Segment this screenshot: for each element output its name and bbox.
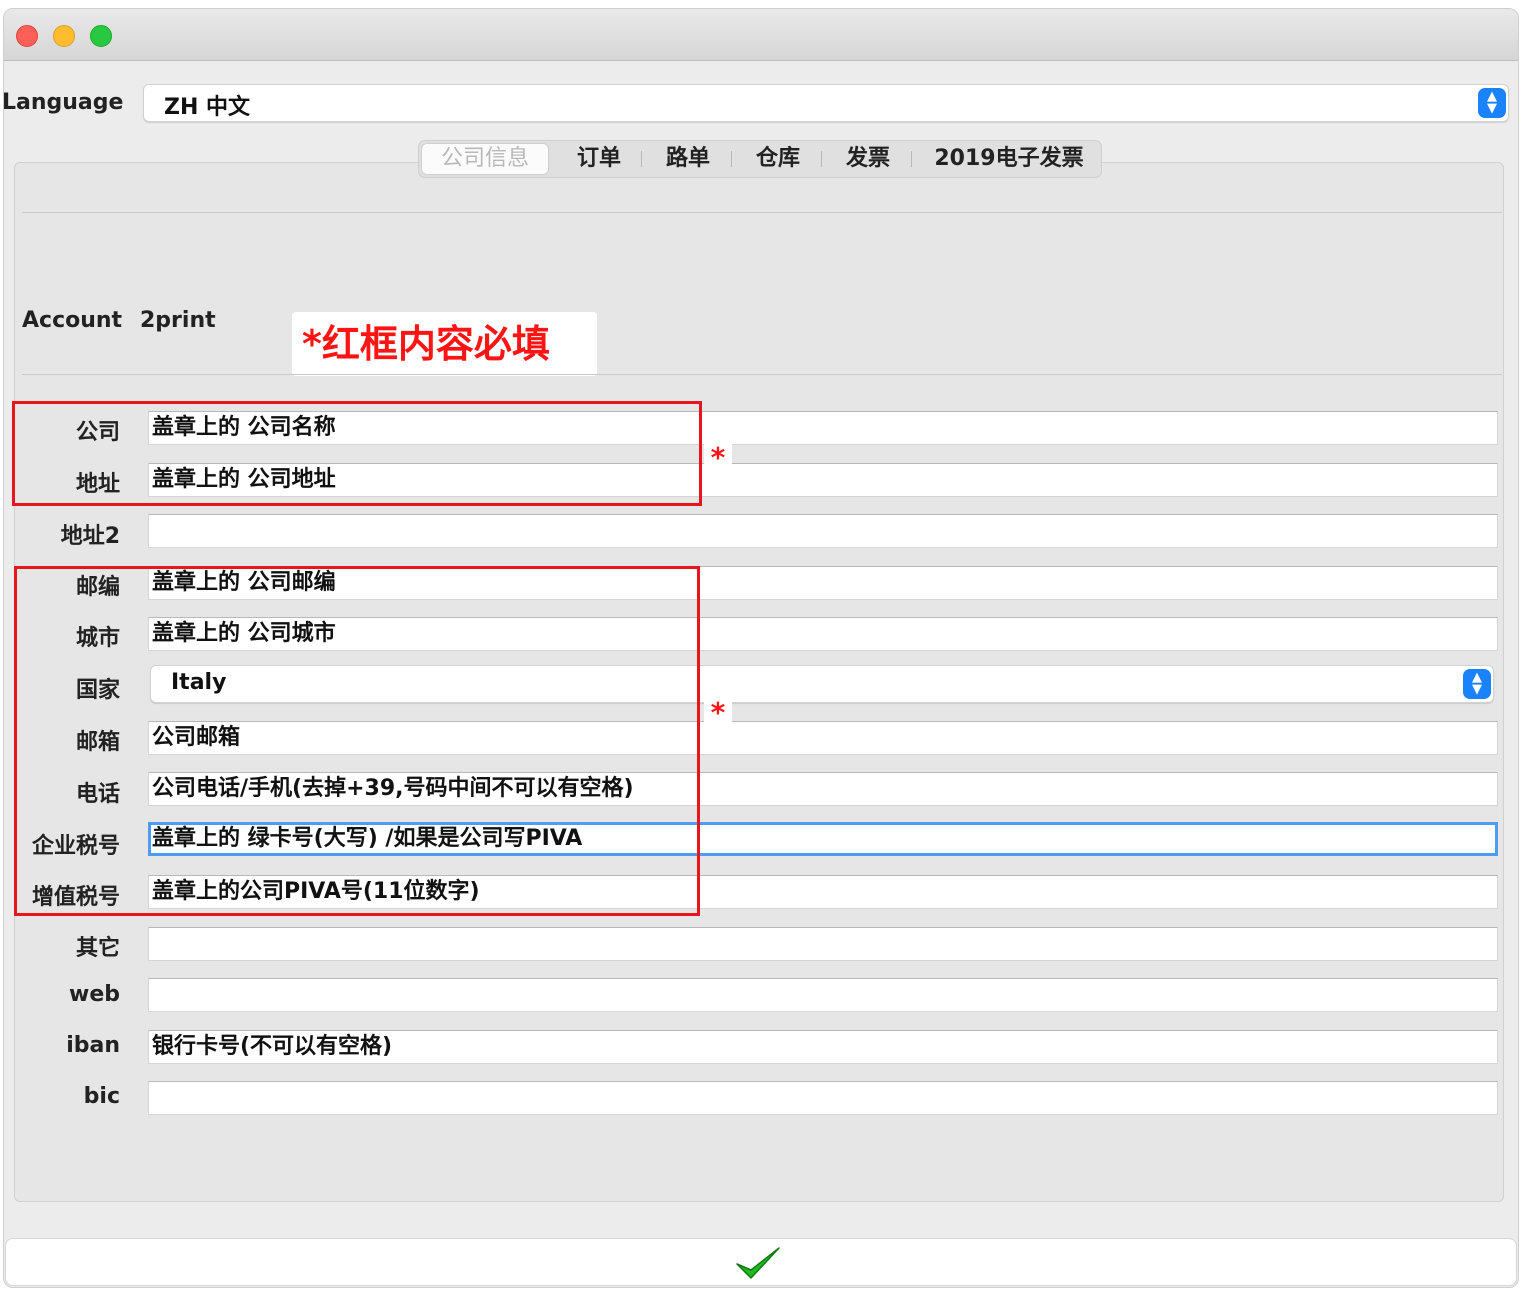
bic-field[interactable] — [148, 1081, 1498, 1115]
required-asterisk: * — [704, 696, 732, 729]
zoom-icon[interactable] — [90, 25, 112, 47]
other-field[interactable] — [148, 927, 1498, 961]
tab-bar: 公司信息 订单 路单 仓库 发票 2019电子发票 — [418, 140, 1102, 178]
minimize-icon[interactable] — [53, 25, 75, 47]
close-icon[interactable] — [16, 25, 38, 47]
language-value: ZH 中文 — [164, 95, 251, 120]
address2-label: 地址2 — [60, 524, 120, 549]
required-asterisk: * — [704, 441, 732, 474]
tab-company-info[interactable]: 公司信息 — [421, 143, 549, 175]
tab-separator — [731, 151, 732, 167]
tab-separator — [911, 151, 912, 167]
address2-field[interactable] — [148, 514, 1498, 548]
tab-invoices[interactable]: 发票 — [827, 141, 909, 177]
tab-route-sheet[interactable]: 路单 — [647, 141, 729, 177]
required-box-contact — [14, 566, 700, 916]
account-value: 2print — [140, 308, 216, 333]
iban-label: iban — [66, 1033, 120, 1058]
tab-e-invoice-2019[interactable]: 2019电子发票 — [917, 141, 1101, 177]
iban-field[interactable]: 银行卡号(不可以有空格) — [148, 1030, 1498, 1064]
title-bar — [4, 9, 1518, 61]
select-stepper-icon: ▲ ▼ — [1463, 669, 1491, 699]
tab-separator — [821, 151, 822, 167]
select-stepper-icon: ▲ ▼ — [1478, 88, 1506, 118]
web-label: web — [69, 982, 120, 1007]
web-field[interactable] — [148, 978, 1498, 1012]
panel-divider — [22, 212, 1502, 213]
tab-orders[interactable]: 订单 — [559, 141, 639, 177]
required-box-company — [12, 401, 702, 506]
tab-separator — [641, 151, 642, 167]
required-note: *红框内容必填 — [292, 312, 597, 376]
other-label: 其它 — [75, 936, 120, 961]
account-divider — [22, 374, 1502, 375]
checkmark-icon[interactable] — [735, 1244, 781, 1282]
language-label: Language — [2, 90, 124, 115]
language-select[interactable]: ZH 中文 ▲ ▼ — [143, 84, 1509, 122]
account-label: Account — [22, 308, 123, 333]
bic-label: bic — [83, 1084, 120, 1109]
tab-warehouse[interactable]: 仓库 — [737, 141, 819, 177]
